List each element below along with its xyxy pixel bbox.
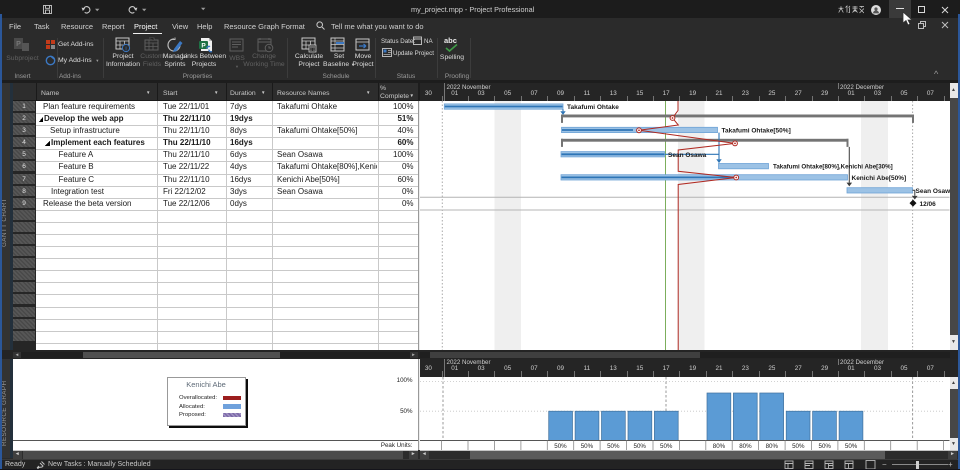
svg-text:Kenichi Abe[50%]: Kenichi Abe[50%] bbox=[852, 175, 907, 182]
svg-text:Takafumi Ohtake[50%]: Takafumi Ohtake[50%] bbox=[722, 128, 791, 135]
svg-text:Sean Osawa: Sean Osawa bbox=[668, 152, 707, 159]
svg-text:50%: 50% bbox=[634, 443, 647, 450]
svg-text:50%: 50% bbox=[792, 443, 805, 450]
svg-text:Sean Osaw: Sean Osaw bbox=[916, 188, 950, 195]
svg-text:P: P bbox=[201, 43, 206, 50]
svg-text:80%: 80% bbox=[739, 443, 752, 450]
svg-text:Takafumi Ohtake: Takafumi Ohtake bbox=[567, 104, 619, 111]
svg-text:50%: 50% bbox=[660, 443, 673, 450]
svg-text:50%: 50% bbox=[581, 443, 594, 450]
svg-text:50%: 50% bbox=[554, 443, 567, 450]
svg-text:Takafumi Ohtake[80%],Kenichi A: Takafumi Ohtake[80%],Kenichi Abe[30%] bbox=[773, 164, 893, 171]
svg-text:12/06: 12/06 bbox=[920, 201, 937, 208]
svg-text:80%: 80% bbox=[713, 443, 726, 450]
svg-text:50%: 50% bbox=[819, 443, 832, 450]
svg-text:i: i bbox=[125, 46, 126, 52]
svg-text:50%: 50% bbox=[845, 443, 858, 450]
svg-text:50%: 50% bbox=[607, 443, 620, 450]
svg-text:P: P bbox=[16, 41, 21, 48]
svg-text:80%: 80% bbox=[766, 443, 779, 450]
